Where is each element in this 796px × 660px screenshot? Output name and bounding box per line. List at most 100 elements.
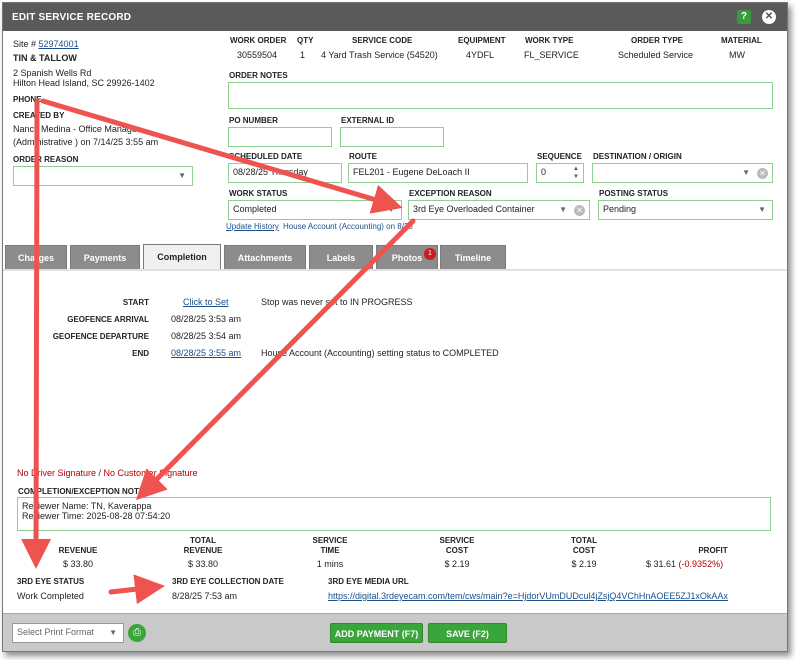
geofence-arrival-label: GEOFENCE ARRIVAL xyxy=(67,315,149,324)
chevron-down-icon: ▼ xyxy=(178,171,186,180)
work-status-value: Completed xyxy=(233,204,277,214)
help-icon[interactable]: ? xyxy=(737,10,751,24)
order-reason-select[interactable]: ▼ xyxy=(13,166,193,186)
site-address-line2: Hilton Head Island, SC 29926-1402 xyxy=(13,78,155,88)
posting-status-value: Pending xyxy=(603,204,637,214)
save-button[interactable]: SAVE (F2) xyxy=(428,623,507,643)
sequence-label: SEQUENCE xyxy=(537,152,582,161)
scheduled-date-label: SCHEDULED DATE xyxy=(229,152,303,161)
order-type-value: Scheduled Service xyxy=(618,50,694,60)
col-qty: QTY xyxy=(297,36,314,45)
site-name: TIN & TALLOW xyxy=(13,53,77,63)
chevron-down-icon: ▼ xyxy=(387,205,395,214)
dialog-titlebar: EDIT SERVICE RECORD ? ✕ xyxy=(3,3,787,31)
site-label: Site # xyxy=(13,39,37,49)
third-eye-media-url-link[interactable]: https://digital.3rdeyecam.com/tem/cws/ma… xyxy=(328,591,728,601)
site-number-row: Site # 52974001 xyxy=(13,39,79,49)
third-eye-date-label: 3RD EYE COLLECTION DATE xyxy=(172,577,284,586)
exception-reason-select[interactable]: 3rd Eye Overloaded Container ▼ ✕ xyxy=(408,200,590,220)
clear-icon[interactable]: ✕ xyxy=(574,205,585,216)
profit-row: $ 31.61 (-0.9352%) xyxy=(646,559,723,569)
chevron-down-icon: ▼ xyxy=(742,168,750,177)
chevron-down-icon: ▼ xyxy=(559,205,567,214)
tab-timeline[interactable]: Timeline xyxy=(440,245,506,269)
material-value: MW xyxy=(729,50,745,60)
created-by-line1: Nancy Medina - Office Manager xyxy=(13,124,140,134)
edit-service-record-dialog: EDIT SERVICE RECORD ? ✕ Site # 52974001 … xyxy=(2,2,788,652)
order-notes-label: ORDER NOTES xyxy=(229,71,288,80)
destination-label: DESTINATION / ORIGIN xyxy=(593,152,682,161)
signature-status: No Driver Signature / No Customer Signat… xyxy=(17,468,198,478)
update-history-link[interactable]: Update History xyxy=(226,222,279,231)
sequence-value: 0 xyxy=(541,167,547,177)
work-type-value: FL_SERVICE xyxy=(524,50,579,60)
work-status-label: WORK STATUS xyxy=(229,189,288,198)
print-format-placeholder: Select Print Format xyxy=(17,627,95,637)
printer-icon[interactable]: ⎙ xyxy=(128,624,146,642)
order-notes-field[interactable] xyxy=(228,82,773,109)
total-cost-label-line1: TOTAL xyxy=(571,536,597,545)
posting-status-label: POSTING STATUS xyxy=(599,189,669,198)
external-id-field[interactable] xyxy=(340,127,444,147)
notes-line1: Reviewer Name: TN, Kaverappa xyxy=(22,501,152,511)
revenue-label: REVENUE xyxy=(58,546,98,555)
third-eye-url-label: 3RD EYE MEDIA URL xyxy=(328,577,409,586)
arrow-status-to-date xyxy=(108,574,165,605)
completion-notes-field[interactable]: Reviewer Name: TN, Kaverappa Reviewer Ti… xyxy=(17,497,771,531)
profit-percent: (-0.9352%) xyxy=(678,559,724,569)
route-field[interactable]: FEL201 - Eugene DeLoach II xyxy=(348,163,528,183)
end-date-link[interactable]: 08/28/25 3:55 am xyxy=(171,348,241,358)
site-number-link[interactable]: 52974001 xyxy=(39,39,79,49)
geofence-arrival-value: 08/28/25 3:53 am xyxy=(171,314,242,324)
total-revenue-label-line2: REVENUE xyxy=(183,546,223,555)
service-time-value: 1 mins xyxy=(316,559,344,569)
phone-label: PHONE xyxy=(13,95,42,104)
exception-reason-value: 3rd Eye Overloaded Container xyxy=(413,204,535,214)
scheduled-date-field[interactable]: 08/28/25 Thursday xyxy=(228,163,342,183)
close-icon[interactable]: ✕ xyxy=(762,10,776,24)
col-order-type: ORDER TYPE xyxy=(631,36,684,45)
tab-completion[interactable]: Completion xyxy=(143,244,221,269)
work-status-select[interactable]: Completed ▼ xyxy=(228,200,402,220)
work-order-value: 30559504 xyxy=(237,50,278,60)
end-note: House Account (Accounting) setting statu… xyxy=(261,348,499,358)
dialog-footer: Select Print Format ▼ ⎙ ADD PAYMENT (F7)… xyxy=(3,613,787,651)
stepper-arrows-icon[interactable]: ▲ ▼ xyxy=(573,165,579,181)
total-revenue-label-line1: TOTAL xyxy=(190,536,216,545)
created-by-label: CREATED BY xyxy=(13,111,65,120)
tab-attachments[interactable]: Attachments xyxy=(224,245,306,269)
col-service-code: SERVICE CODE xyxy=(352,36,413,45)
service-cost-value: $ 2.19 xyxy=(444,559,470,569)
completion-notes-label: COMPLETION/EXCEPTION NOTES xyxy=(18,487,150,496)
signature-separator: / xyxy=(96,468,104,478)
destination-select[interactable]: ▼ ✕ xyxy=(592,163,773,183)
profit-label: PROFIT xyxy=(698,546,728,555)
chevron-down-icon: ▼ xyxy=(109,628,117,637)
revenue-value: $ 33.80 xyxy=(62,559,94,569)
po-number-field[interactable] xyxy=(228,127,332,147)
start-note: Stop was never set to IN PROGRESS xyxy=(261,297,413,307)
notes-line2: Reviewer Time: 2025-08-28 07:54:20 xyxy=(22,511,171,521)
col-equipment: EQUIPMENT xyxy=(458,36,506,45)
third-eye-date-value: 8/28/25 7:53 am xyxy=(172,591,238,601)
clear-icon[interactable]: ✕ xyxy=(757,168,768,179)
service-code-value: 4 Yard Trash Service (54520) xyxy=(321,50,438,60)
created-by-line2: (Administrative ) on 7/14/25 3:55 am xyxy=(13,137,159,147)
profit-value: $ 31.61 xyxy=(646,559,677,569)
order-reason-label: ORDER REASON xyxy=(13,155,79,164)
service-time-label-line1: SERVICE xyxy=(312,536,348,545)
print-format-select[interactable]: Select Print Format ▼ xyxy=(12,623,124,643)
sequence-stepper[interactable]: 0 ▲ ▼ xyxy=(536,163,584,183)
posting-status-select[interactable]: Pending ▼ xyxy=(598,200,773,220)
geofence-departure-label: GEOFENCE DEPARTURE xyxy=(52,332,149,341)
add-payment-button[interactable]: ADD PAYMENT (F7) xyxy=(330,623,423,643)
tab-labels[interactable]: Labels xyxy=(309,245,373,269)
col-material: MATERIAL xyxy=(721,36,762,45)
total-cost-label-line2: COST xyxy=(572,546,596,555)
site-address-line1: 2 Spanish Wells Rd xyxy=(13,68,92,78)
tab-payments[interactable]: Payments xyxy=(70,245,140,269)
po-number-label: PO NUMBER xyxy=(229,116,278,125)
no-driver-signature: No Driver Signature xyxy=(17,468,97,478)
start-click-to-set-link[interactable]: Click to Set xyxy=(183,297,229,307)
tab-charges[interactable]: Charges xyxy=(5,245,67,269)
